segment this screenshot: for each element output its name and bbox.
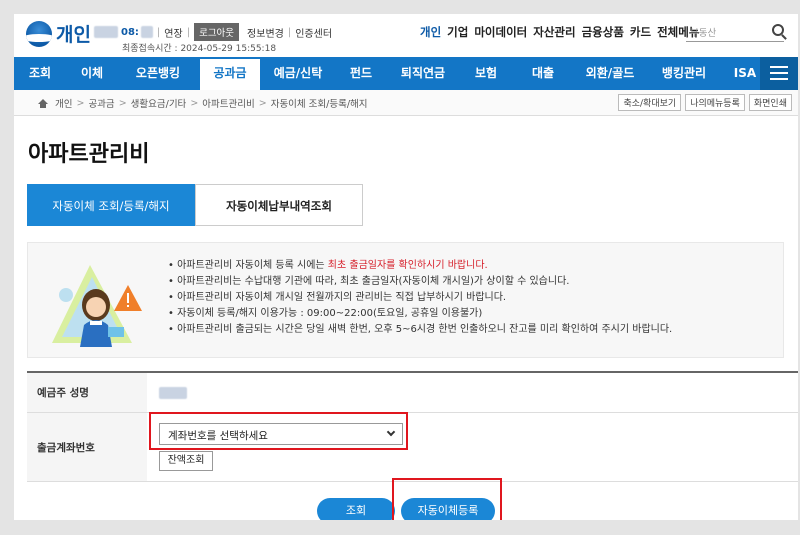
last-login-time: 2024-05-29 15:55:18 [180, 44, 277, 54]
gnb-item-banking-mgmt[interactable]: 뱅킹관리 [648, 57, 720, 90]
notice-item: 아파트관리비 출금되는 시간은 당일 새벽 한번, 오후 5~6시경 한번 인출… [168, 322, 672, 338]
profile-change-link[interactable]: 정보변경 [247, 25, 284, 40]
breadcrumb-item[interactable]: 생활요금/기타 [131, 96, 187, 110]
topnav-products[interactable]: 금융상품 [582, 24, 624, 40]
gnb-item-loan[interactable]: 대출 [514, 57, 572, 90]
balance-inquiry-button[interactable]: 잔액조회 [159, 451, 213, 471]
search-icon [772, 24, 784, 36]
tab-autopay-manage[interactable]: 자동이체 조회/등록/해지 [27, 184, 195, 226]
query-button[interactable]: 조회 [317, 498, 395, 520]
notice-item: 자동이체 등록/해지 이용가능 : 09:00~22:00(토요일, 공휴일 이… [168, 306, 672, 322]
account-label: 출금계좌번호 [27, 413, 147, 481]
logout-button[interactable]: 로그아웃 [194, 23, 240, 41]
bank-logo-icon [26, 20, 52, 47]
tab-bar: 자동이체 조회/등록/해지 자동이체납부내역조회 [27, 184, 363, 226]
gnb-item-inquiry[interactable]: 조회 [14, 57, 66, 90]
session-info: 08: | 연장 | 로그아웃 정보변경 | 인증센터 [94, 23, 332, 41]
logo-text: 개인 [56, 24, 91, 46]
customer-service-illustration-icon [52, 265, 142, 347]
notice-item: 아파트관리비 자동이체 개시일 전월까지의 관리비는 직접 납부하시기 바랍니다… [168, 290, 672, 306]
session-timer: 08: [121, 26, 139, 38]
gnb-item-utility[interactable]: 공과금 [198, 57, 262, 90]
notice-item: 아파트관리비 자동이체 등록 시에는 최초 출금일자를 확인하시기 바랍니다. [168, 258, 672, 274]
breadcrumb-item[interactable]: 아파트관리비 [202, 96, 254, 110]
topnav-mydata[interactable]: 마이데이터 [474, 24, 527, 40]
breadcrumb-item[interactable]: 공과금 [88, 96, 114, 110]
notice-list: 아파트관리비 자동이체 등록 시에는 최초 출금일자를 확인하시기 바랍니다. … [168, 258, 672, 338]
notice-box: 아파트관리비 자동이체 등록 시에는 최초 출금일자를 확인하시기 바랍니다. … [27, 242, 784, 358]
notice-highlight: 최초 출금일자를 확인하시기 바랍니다. [327, 260, 488, 271]
gnb-item-fx-gold[interactable]: 외환/골드 [572, 57, 648, 90]
account-row: 출금계좌번호 계좌번호를 선택하세요 잔액조회 [27, 413, 798, 482]
notice-item: 아파트관리비는 수납대행 기관에 따라, 최초 출금일자(자동이체 개시일)가 … [168, 274, 672, 290]
top-header: 개인 08: | 연장 | 로그아웃 정보변경 | 인증센터 최종접속시간 : … [14, 14, 798, 57]
page-title: 아파트관리비 [28, 142, 150, 167]
gnb-item-pension[interactable]: 퇴직연금 [388, 57, 458, 90]
utility-buttons: 축소/확대보기 나의메뉴등록 화면인쇄 [618, 94, 792, 111]
timer-masked [140, 26, 153, 38]
breadcrumb-bar: 개인 > 공과금 > 생활요금/기타 > 아파트관리비 > 자동이체 조회/등록… [14, 90, 798, 116]
depositor-label: 예금주 성명 [27, 373, 147, 412]
hamburger-icon [770, 66, 788, 68]
zoom-button[interactable]: 축소/확대보기 [618, 94, 682, 111]
home-icon[interactable] [38, 98, 48, 108]
hamburger-menu-button[interactable] [760, 57, 798, 90]
breadcrumb-current: 자동이체 조회/등록/해지 [270, 99, 368, 110]
page: 개인 08: | 연장 | 로그아웃 정보변경 | 인증센터 최종접속시간 : … [14, 14, 798, 520]
topnav-business[interactable]: 기업 [447, 24, 468, 40]
topnav-card[interactable]: 카드 [630, 24, 651, 40]
main-nav: 조회 이체 오픈뱅킹 공과금 예금/신탁 펀드 퇴직연금 보험 대출 외환/골드… [14, 57, 798, 90]
last-login: 최종접속시간 : 2024-05-29 15:55:18 [122, 41, 276, 54]
autopay-form: 예금주 성명 출금계좌번호 계좌번호를 선택하세요 잔액조회 [27, 371, 798, 482]
add-my-menu-button[interactable]: 나의메뉴등록 [685, 94, 745, 111]
user-name-masked [94, 26, 118, 38]
gnb-item-transfer[interactable]: 이체 [66, 57, 118, 90]
topnav-asset[interactable]: 자산관리 [533, 24, 575, 40]
depositor-row: 예금주 성명 [27, 373, 798, 413]
tab-autopay-history[interactable]: 자동이체납부내역조회 [195, 184, 363, 226]
highlight-box-register [392, 478, 502, 520]
gnb-item-fund[interactable]: 펀드 [334, 57, 388, 90]
gnb-item-deposit[interactable]: 예금/신탁 [262, 57, 334, 90]
breadcrumb-item[interactable]: 개인 [55, 96, 72, 110]
cert-center-link[interactable]: 인증센터 [295, 25, 332, 40]
depositor-name-masked [159, 386, 187, 399]
top-nav: 개인 기업 마이데이터 자산관리 금융상품 카드 전체메뉴 [420, 24, 699, 40]
print-button[interactable]: 화면인쇄 [748, 94, 792, 111]
gnb-item-openbanking[interactable]: 오픈뱅킹 [118, 57, 198, 90]
logo[interactable]: 개인 [26, 20, 91, 47]
extend-session-button[interactable]: 연장 [164, 25, 182, 40]
gnb-item-insurance[interactable]: 보험 [458, 57, 514, 90]
last-login-label: 최종접속시간 : [122, 44, 178, 54]
highlight-box-select [149, 412, 408, 450]
topnav-personal[interactable]: 개인 [420, 24, 441, 40]
search-button[interactable] [770, 23, 784, 37]
breadcrumb: 개인 > 공과금 > 생활요금/기타 > 아파트관리비 > 자동이체 조회/등록… [38, 96, 368, 110]
